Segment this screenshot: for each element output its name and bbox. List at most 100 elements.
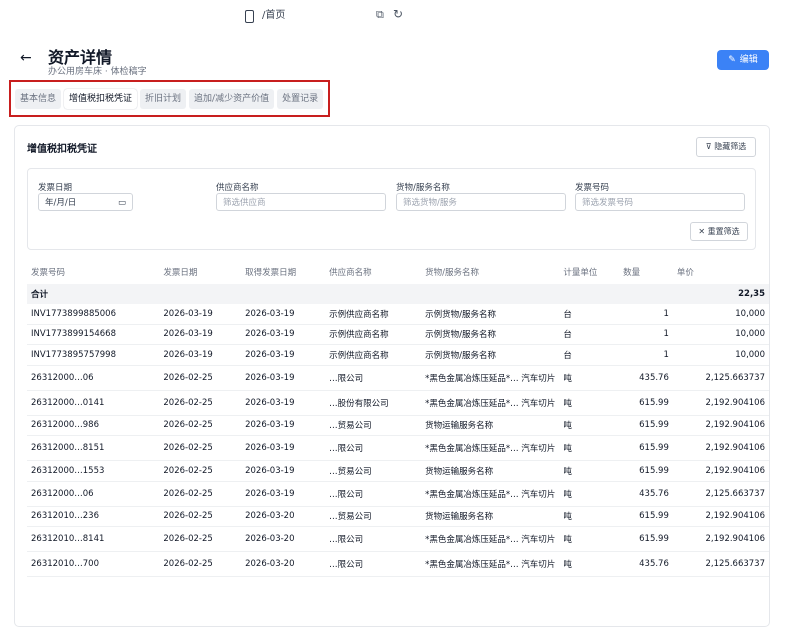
table-row[interactable]: INV1773895757998 2026-03-19 2026-03-19 示例供应…: [27, 344, 769, 366]
cell-unit: 吨: [559, 526, 620, 552]
goods-filter-input[interactable]: 筛选货物/服务: [396, 193, 566, 211]
cell-invoice-date: 2026-02-25: [159, 390, 242, 416]
cell-invoice-no: 26312000…06: [27, 481, 160, 507]
cell-quantity: 615.99: [619, 390, 673, 416]
mobile-view-icon[interactable]: [245, 10, 254, 23]
cell-supplier: …限公司: [325, 551, 422, 577]
calendar-icon[interactable]: ▭: [118, 194, 126, 212]
cell-received-date: 2026-03-19: [241, 304, 326, 325]
table-row[interactable]: 26312010…236 2026-02-25 2026-03-20 …贸易公司 货物运…: [27, 506, 769, 527]
edit-button-label: 编辑: [739, 55, 758, 65]
cell-goods: 货物运输服务名称: [421, 460, 560, 482]
cell-invoice-date: 2026-02-25: [159, 481, 242, 507]
cell-unit-price: 2,192.904106: [672, 460, 769, 482]
cell-invoice-date: 2026-02-25: [159, 435, 242, 461]
cell-unit-price: 2,125.663737: [672, 481, 769, 507]
edit-button[interactable]: ✎ 编辑: [717, 50, 769, 70]
date-filter-input[interactable]: 年/月/日 ▭: [38, 193, 133, 211]
col-supplier: 供应商名称: [329, 268, 372, 278]
filter-button-label: 隐藏筛选: [714, 142, 747, 151]
reset-filter-button[interactable]: ✕ 重置筛选: [690, 222, 748, 241]
address-bar[interactable]: /首页: [262, 8, 370, 24]
cell-quantity: 615.99: [619, 435, 673, 461]
col-unit-price: 单价: [676, 268, 694, 278]
table-row[interactable]: 26312000…8151 2026-02-25 2026-03-19 …限公司 *黑色…: [27, 435, 769, 461]
table-row[interactable]: 26312000…06 2026-02-25 2026-03-19 …限公司 *黑色金属…: [27, 481, 769, 507]
cell-goods: *黑色金属冶炼压延品*… 汽车切片: [421, 551, 560, 577]
cell-supplier: …股份有限公司: [325, 390, 422, 416]
table-row[interactable]: 26312000…0141 2026-02-25 2026-03-19 …股份有限公司…: [27, 390, 769, 416]
cell-received-date: 2026-03-19: [241, 460, 326, 482]
cell-invoice-no: 26312000…986: [27, 415, 160, 436]
cell-received-date: 2026-03-19: [241, 481, 326, 507]
tab-basic-info[interactable]: 基本信息: [15, 89, 62, 109]
table-row[interactable]: 26312010…8141 2026-02-25 2026-03-20 …限公司 *黑色…: [27, 526, 769, 552]
col-invoice-no: 发票号码: [31, 268, 66, 278]
edit-icon: ✎: [728, 55, 736, 65]
browser-bar: /首页 ⧉ ↻: [0, 0, 791, 34]
cell-invoice-no: 26312000…8151: [27, 435, 160, 461]
reset-button-label: 重置筛选: [707, 227, 740, 236]
cell-invoice-date: 2026-02-25: [159, 415, 242, 436]
cell-received-date: 2026-03-20: [241, 526, 326, 552]
cell-unit: 吨: [559, 415, 620, 436]
cell-supplier: …贸易公司: [325, 506, 422, 527]
cell-invoice-no: 26312000…1553: [27, 460, 160, 482]
cell-unit-price: 10,000: [672, 324, 769, 345]
table-row[interactable]: 26312000…1553 2026-02-25 2026-03-19 …贸易公司 货物…: [27, 460, 769, 482]
cell-received-date: 2026-03-19: [241, 324, 326, 345]
col-unit: 计量单位: [563, 268, 598, 278]
invoice-filter-input[interactable]: 筛选发票号码: [575, 193, 745, 211]
cell-invoice-no: 26312000…0141: [27, 390, 160, 416]
cell-quantity: 615.99: [619, 526, 673, 552]
cell-invoice-no: INV1773895757998: [27, 344, 160, 366]
cell-received-date: 2026-03-19: [241, 344, 326, 366]
cell-quantity: 1: [619, 344, 673, 366]
col-invoice-date: 发票日期: [163, 268, 198, 278]
cell-supplier: …限公司: [325, 365, 422, 391]
cell-invoice-date: 2026-02-25: [159, 365, 242, 391]
cell-quantity: 1: [619, 324, 673, 345]
reload-icon[interactable]: ↻: [393, 7, 403, 21]
cell-unit: 台: [559, 304, 620, 325]
section-title: 增值税扣税凭证: [27, 144, 97, 155]
cell-supplier: 示例供应商名称: [325, 304, 422, 325]
tab-value-adjustment[interactable]: 追加/减少资产价值: [189, 89, 275, 109]
cell-supplier: …贸易公司: [325, 460, 422, 482]
cell-invoice-no: 26312010…8141: [27, 526, 160, 552]
date-filter-label: 发票日期: [38, 183, 73, 193]
cell-invoice-no: 26312000…06: [27, 365, 160, 391]
table-row[interactable]: INV1773899885006 2026-03-19 2026-03-19 示例供应…: [27, 304, 769, 325]
open-external-icon[interactable]: ⧉: [376, 8, 384, 22]
table-row[interactable]: 26312000…986 2026-02-25 2026-03-19 …贸易公司 货物运…: [27, 415, 769, 436]
table-row[interactable]: 26312000…06 2026-02-25 2026-03-19 …限公司 *黑色金属…: [27, 365, 769, 391]
cell-quantity: 615.99: [619, 460, 673, 482]
cell-invoice-date: 2026-02-25: [159, 460, 242, 482]
voucher-table: 发票号码 发票日期 取得发票日期 供应商名称 货物/服务名称 计量单位 数量 单…: [27, 260, 769, 577]
supplier-filter-input[interactable]: 筛选供应商: [216, 193, 386, 211]
toggle-filter-button[interactable]: ⊽ 隐藏筛选: [696, 137, 756, 157]
cell-unit: 吨: [559, 390, 620, 416]
cell-received-date: 2026-03-19: [241, 390, 326, 416]
page-subtitle: 办公用房车床 · 体检稿字: [48, 67, 147, 77]
cell-unit-price: 2,192.904106: [672, 526, 769, 552]
voucher-card: 增值税扣税凭证 ⊽ 隐藏筛选 发票日期 年/月/日 ▭ 供应商名称 筛选供应商 …: [14, 125, 770, 627]
tab-depreciation-plan[interactable]: 折旧计划: [140, 89, 187, 109]
cell-goods: 货物运输服务名称: [421, 415, 560, 436]
cell-unit: 吨: [559, 460, 620, 482]
back-arrow-icon[interactable]: ←: [20, 50, 32, 66]
cell-supplier: …贸易公司: [325, 415, 422, 436]
table-row[interactable]: INV1773899154668 2026-03-19 2026-03-19 示例供应…: [27, 324, 769, 345]
cell-unit-price: 2,125.663737: [672, 365, 769, 391]
tab-disposal-records[interactable]: 处置记录: [277, 89, 324, 109]
cell-supplier: …限公司: [325, 481, 422, 507]
cell-goods: 示例货物/服务名称: [421, 304, 560, 325]
tab-bar: 基本信息 增值税扣税凭证 折旧计划 追加/减少资产价值 处置记录: [15, 89, 324, 109]
table-row[interactable]: 26312010…700 2026-02-25 2026-03-20 …限公司 *黑色金…: [27, 551, 769, 577]
cell-unit-price: 2,192.904106: [672, 415, 769, 436]
tab-vat-voucher[interactable]: 增值税扣税凭证: [64, 89, 138, 109]
cell-goods: *黑色金属冶炼压延品*… 汽车切片: [421, 481, 560, 507]
cell-unit: 吨: [559, 481, 620, 507]
supplier-filter-label: 供应商名称: [216, 183, 259, 193]
cell-invoice-no: INV1773899885006: [27, 304, 160, 325]
